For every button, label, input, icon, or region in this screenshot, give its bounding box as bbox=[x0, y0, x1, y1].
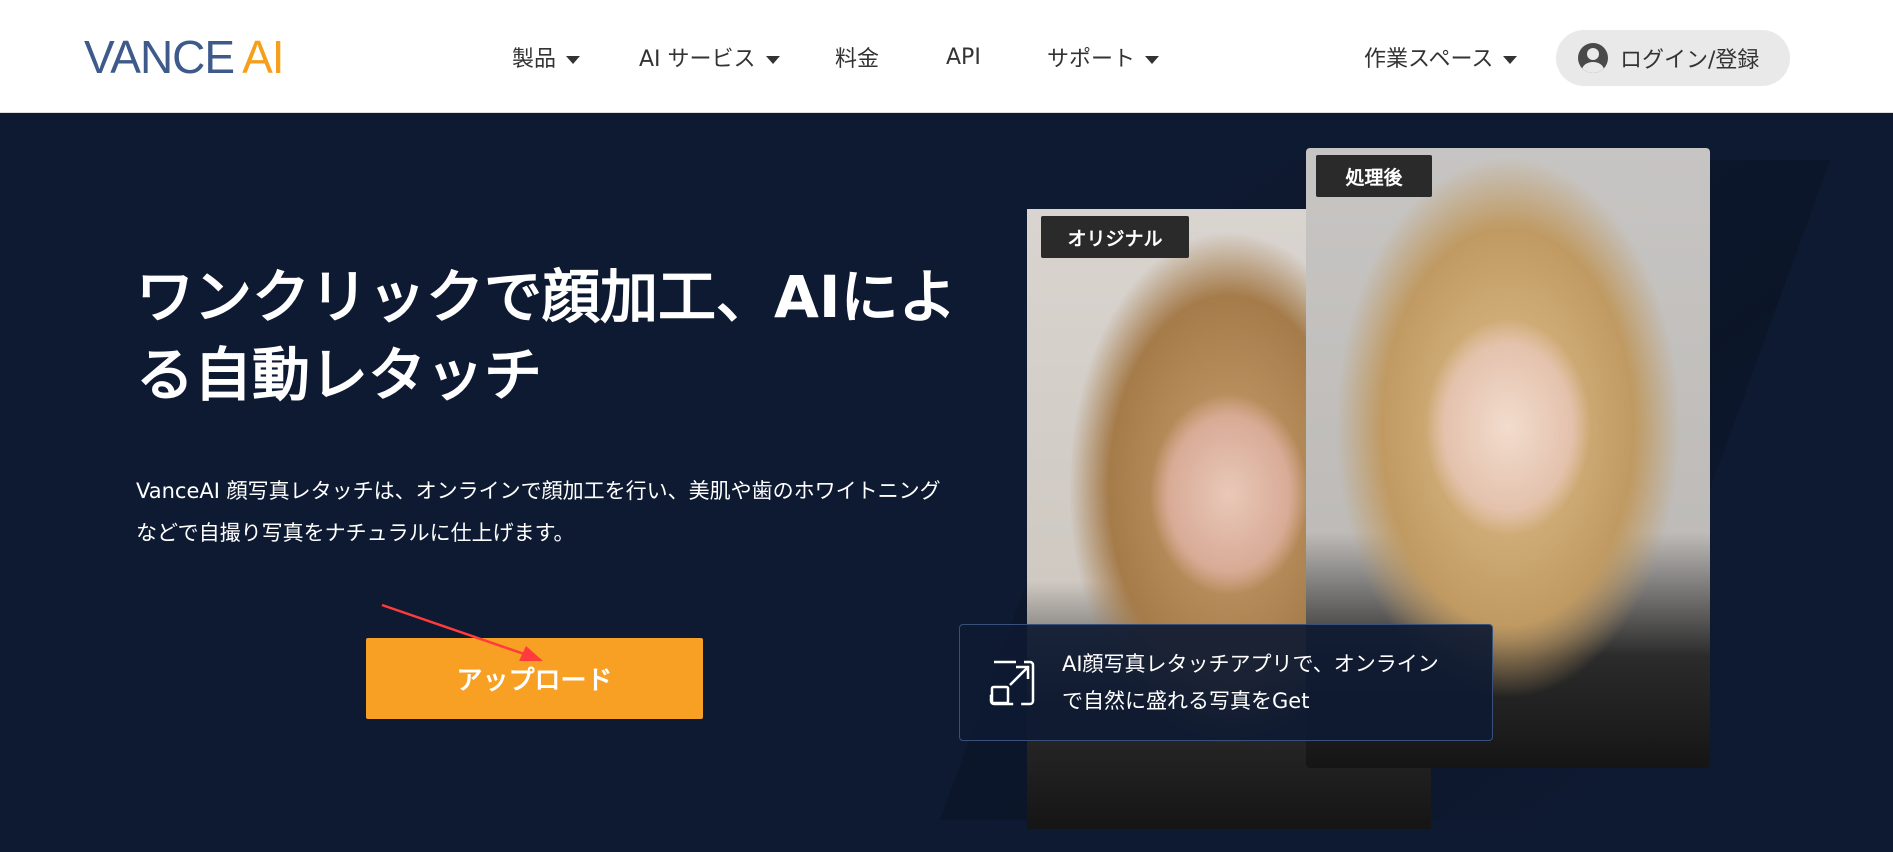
hero-description-line-1: VanceAI 顔写真レタッチは、オンラインで顔加工を行い、美肌や歯のホワイトニ… bbox=[136, 479, 941, 503]
hero-title-line-2: る自動レタッチ bbox=[136, 341, 543, 409]
logo-text-ai: AI bbox=[242, 31, 284, 83]
chevron-down-icon bbox=[1145, 56, 1160, 64]
after-tag: 処理後 bbox=[1316, 155, 1432, 197]
nav-api-label: API bbox=[946, 44, 981, 70]
hero-description-line-2: などで自撮り写真をナチュラルに仕上げます。 bbox=[136, 521, 575, 545]
site-header: VANCE AI 製品 AI サービス 料金 API サポート 作業スペース ロ… bbox=[0, 0, 1893, 113]
after-tag-label: 処理後 bbox=[1345, 166, 1403, 189]
nav-products-label: 製品 bbox=[512, 47, 557, 72]
feature-caption-card[interactable]: AI顔写真レタッチアプリで、オンライン で自然に盛れる写真をGet bbox=[959, 624, 1493, 741]
nav-support[interactable]: サポート bbox=[1047, 40, 1160, 74]
expand-icon bbox=[989, 660, 1035, 705]
hero-title: ワンクリックで顔加工、AIによ る自動レタッチ bbox=[136, 258, 976, 414]
nav-support-label: サポート bbox=[1047, 47, 1136, 72]
vanceai-logo[interactable]: VANCE AI bbox=[84, 31, 285, 83]
user-avatar-icon bbox=[1578, 43, 1608, 73]
feature-caption-line-1: AI顔写真レタッチアプリで、オンライン bbox=[1062, 651, 1439, 676]
nav-workspace[interactable]: 作業スペース bbox=[1364, 40, 1518, 74]
logo-text-vance: VANCE bbox=[84, 31, 235, 83]
login-register-button[interactable]: ログイン/登録 bbox=[1556, 30, 1790, 86]
chevron-down-icon bbox=[566, 56, 581, 64]
feature-caption-line-2: で自然に盛れる写真をGet bbox=[1062, 688, 1310, 713]
nav-workspace-label: 作業スペース bbox=[1364, 47, 1494, 72]
upload-button[interactable]: アップロード bbox=[366, 638, 703, 719]
nav-pricing[interactable]: 料金 bbox=[835, 40, 879, 74]
original-tag-label: オリジナル bbox=[1067, 227, 1163, 250]
nav-ai-services[interactable]: AI サービス bbox=[639, 40, 780, 74]
login-register-label: ログイン/登録 bbox=[1620, 48, 1760, 73]
chevron-down-icon bbox=[765, 56, 780, 64]
nav-ai-services-label: AI サービス bbox=[639, 47, 756, 72]
upload-button-label: アップロード bbox=[456, 666, 613, 696]
nav-api[interactable]: API bbox=[946, 40, 981, 74]
nav-pricing-label: 料金 bbox=[835, 47, 880, 72]
original-tag: オリジナル bbox=[1041, 216, 1189, 258]
nav-products[interactable]: 製品 bbox=[512, 40, 581, 74]
chevron-down-icon bbox=[1503, 56, 1518, 64]
feature-caption: AI顔写真レタッチアプリで、オンライン で自然に盛れる写真をGet bbox=[1062, 646, 1482, 720]
hero-title-line-1: ワンクリックで顔加工、AIによ bbox=[136, 263, 957, 331]
hero-description: VanceAI 顔写真レタッチは、オンラインで顔加工を行い、美肌や歯のホワイトニ… bbox=[136, 470, 976, 554]
